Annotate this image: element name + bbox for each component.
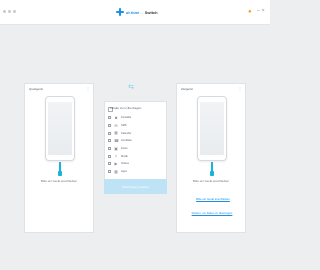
list-item[interactable]: ▶ Videos (108, 160, 132, 168)
checkbox[interactable] (108, 124, 111, 128)
target-menu-icon[interactable]: ⋮ (238, 86, 242, 91)
music-icon: ♫ (114, 153, 118, 159)
source-phone-icon (45, 96, 75, 161)
item-label: Musik (121, 154, 128, 158)
item-label: Kalender (121, 131, 132, 135)
window-controls: – × (257, 9, 265, 14)
item-label: Videos (121, 162, 129, 166)
sms-icon: ✉ (114, 122, 118, 128)
calendar-icon: ▦ (114, 130, 118, 136)
dot (3, 10, 6, 13)
content-items: ☻ Kontakte ✉ SMS ▦ Kalender ☎ Anrufliste ▣ Fo… (108, 114, 132, 176)
target-label: Zielgerät (181, 87, 193, 91)
brand-separator: - (141, 9, 143, 15)
list-item[interactable]: ☎ Anrufliste (108, 137, 132, 145)
apps-icon: ▦ (114, 168, 118, 174)
list-item[interactable]: ☻ Kontakte (108, 114, 132, 122)
list-item[interactable]: ▦ Kalender (108, 129, 132, 137)
contacts-icon: ☻ (114, 114, 119, 120)
checkbox[interactable] (108, 147, 111, 151)
source-menu-icon[interactable]: ⋮ (86, 86, 90, 91)
brand-name: dr.fone (126, 9, 140, 15)
product-name: Switch (144, 9, 158, 15)
content-header: Inhalte zum Übertragen (110, 106, 142, 110)
brand-logo: dr.fone - Switch (116, 6, 158, 18)
drfone-cross-icon (116, 8, 124, 16)
item-label: Anrufliste (121, 139, 132, 143)
plug-icon (58, 171, 62, 176)
target-phone-icon (197, 96, 227, 161)
flip-icon[interactable]: ⇆ (126, 84, 136, 92)
close-icon[interactable]: × (262, 9, 265, 14)
dot (8, 10, 11, 13)
target-hint: Bitte ein Gerät anschließen (192, 179, 230, 183)
video-icon: ▶ (114, 160, 118, 166)
checkbox[interactable] (108, 131, 111, 135)
start-transfer-button[interactable]: Übertragung starten (104, 179, 167, 194)
dot (13, 10, 16, 13)
call-log-icon: ☎ (114, 137, 119, 143)
checkbox[interactable] (108, 116, 111, 120)
footer-link[interactable]: Klicken, um Daten zu übertragen (184, 211, 240, 215)
title-bar: dr.fone - Switch ● – × (0, 0, 270, 25)
checkbox[interactable] (108, 162, 111, 166)
target-link[interactable]: Bitte ein Gerät anschließen (188, 197, 238, 201)
item-label: Apps (121, 170, 127, 174)
source-label: Quellgerät (29, 87, 43, 91)
checkbox[interactable] (108, 154, 111, 158)
source-device-panel: Quellgerät ⋮ Bitte ein Gerät anschließen (24, 83, 94, 233)
minimize-icon[interactable]: – (257, 9, 260, 14)
list-item[interactable]: ✉ SMS (108, 122, 132, 130)
list-item[interactable]: ▣ Fotos (108, 145, 132, 153)
plug-icon (210, 171, 214, 176)
list-item[interactable]: ♫ Musik (108, 152, 132, 160)
list-item[interactable]: ▦ Apps (108, 168, 132, 176)
phone-screen (48, 102, 72, 155)
item-label: Kontakte (121, 116, 132, 120)
source-hint: Bitte ein Gerät anschließen (40, 179, 78, 183)
bulb-icon[interactable]: ● (248, 9, 254, 15)
photo-icon: ▣ (114, 145, 118, 151)
item-label: Fotos (121, 147, 128, 151)
item-label: SMS (121, 124, 127, 128)
window-dots (3, 10, 16, 13)
phone-screen (200, 102, 224, 155)
checkbox[interactable] (108, 139, 111, 143)
checkbox[interactable] (108, 170, 111, 174)
